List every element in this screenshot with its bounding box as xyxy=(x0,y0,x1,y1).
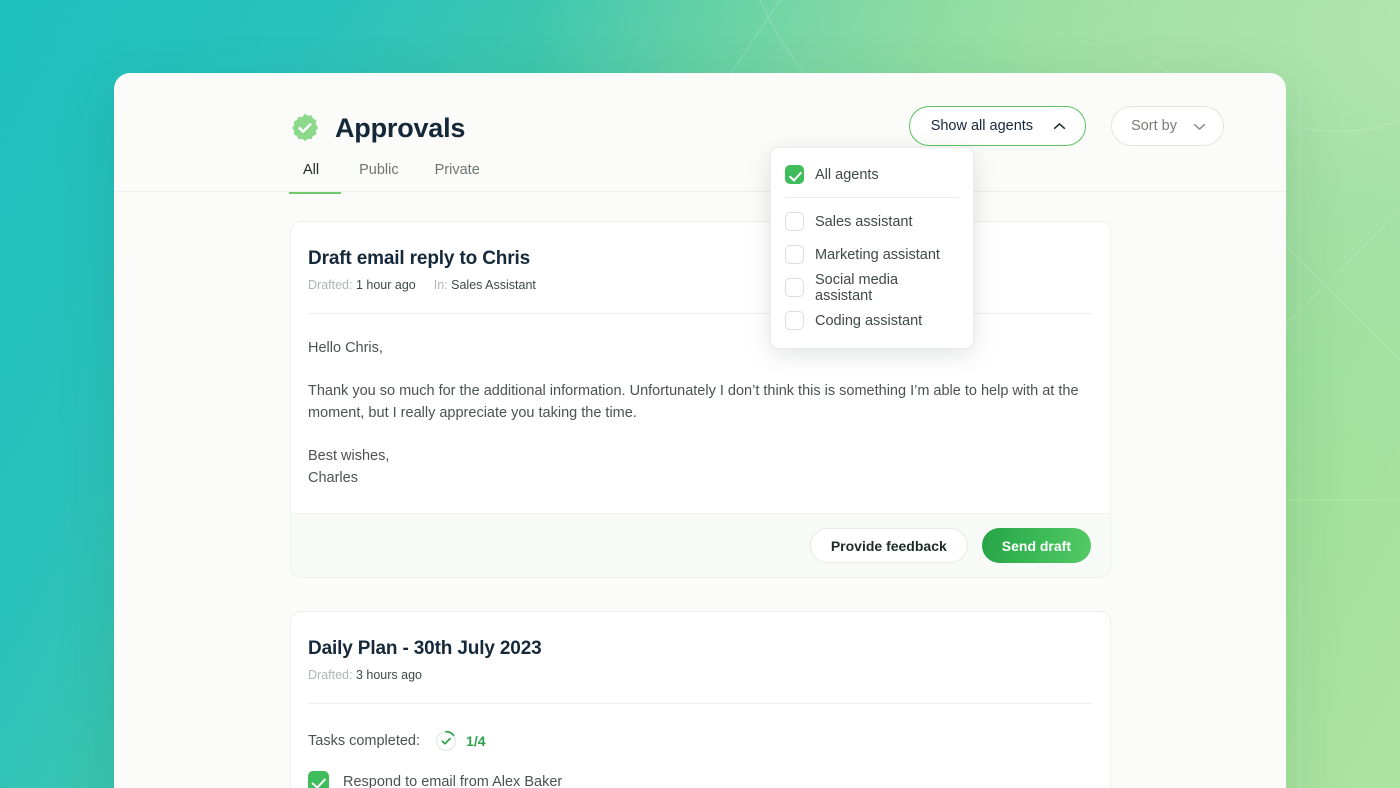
filter-tabs: All Public Private xyxy=(289,161,498,194)
checkbox-icon[interactable] xyxy=(785,245,804,264)
agents-filter-dropdown: All agents Sales assistant Marketing ass… xyxy=(770,147,974,349)
card-meta: Drafted: 3 hours ago xyxy=(308,668,1093,682)
tab-all-label: All xyxy=(303,162,320,178)
meta-drafted: Drafted: 1 hour ago xyxy=(308,278,416,292)
sort-by-label: Sort by xyxy=(1131,118,1177,134)
progress-indicator: 1/4 xyxy=(435,730,486,752)
dropdown-item-label: Coding assistant xyxy=(815,312,923,329)
task-checkbox-checked-icon[interactable] xyxy=(308,771,329,788)
checkbox-icon[interactable] xyxy=(785,311,804,330)
checkbox-icon[interactable] xyxy=(785,212,804,231)
card-title: Daily Plan - 30th July 2023 xyxy=(308,638,542,659)
dropdown-item-coding-assistant[interactable]: Coding assistant xyxy=(771,304,973,337)
tab-private-label: Private xyxy=(434,162,480,178)
sort-by-button[interactable]: Sort by xyxy=(1111,106,1224,146)
dropdown-divider xyxy=(785,197,959,198)
card-divider xyxy=(308,313,1093,314)
card-body: Daily Plan - 30th July 2023 Drafted: 3 h… xyxy=(291,612,1110,788)
approvals-list: Draft email reply to Chris Drafted: 1 ho… xyxy=(290,221,1111,788)
checkbox-icon[interactable] xyxy=(785,278,804,297)
tab-public[interactable]: Public xyxy=(341,161,417,194)
dropdown-item-all-agents[interactable]: All agents xyxy=(771,158,973,191)
task-item[interactable]: Respond to email from Alex Baker xyxy=(308,771,1093,788)
tab-all[interactable]: All xyxy=(289,161,342,194)
dropdown-item-label: All agents xyxy=(815,166,879,183)
tasks-progress-row: Tasks completed: 1/4 xyxy=(308,730,1093,752)
meta-agent-value: Sales Assistant xyxy=(451,278,536,292)
dropdown-item-label: Marketing assistant xyxy=(815,246,940,263)
card-meta: Drafted: 1 hour ago In: Sales Assistant xyxy=(308,278,1093,292)
approval-card-daily-plan: Daily Plan - 30th July 2023 Drafted: 3 h… xyxy=(290,611,1111,788)
send-draft-button[interactable]: Send draft xyxy=(981,528,1091,563)
email-paragraph: Thank you so much for the additional inf… xyxy=(308,383,1079,421)
card-title: Draft email reply to Chris xyxy=(308,248,531,269)
card-actions: Provide feedback Send draft xyxy=(291,513,1110,577)
tab-public-label: Public xyxy=(359,162,399,178)
chevron-down-icon xyxy=(1193,123,1206,130)
approval-card-draft-email: Draft email reply to Chris Drafted: 1 ho… xyxy=(290,221,1111,578)
dropdown-item-social-media-assistant[interactable]: Social media assistant xyxy=(771,271,973,304)
card-body: Draft email reply to Chris Drafted: 1 ho… xyxy=(291,222,1110,513)
meta-drafted: Drafted: 3 hours ago xyxy=(308,668,422,682)
progress-check-ring-icon xyxy=(435,730,457,752)
page-title: Approvals xyxy=(335,113,466,143)
meta-agent-label: In: xyxy=(433,278,448,292)
email-signoff: Best wishes, Charles xyxy=(308,448,390,486)
show-all-agents-button[interactable]: Show all agents xyxy=(908,106,1087,146)
header-controls: Show all agents Sort by xyxy=(908,106,1224,146)
verified-check-badge-icon xyxy=(292,113,318,141)
dropdown-item-sales-assistant[interactable]: Sales assistant xyxy=(771,205,973,238)
card-divider xyxy=(308,703,1093,704)
checkbox-checked-icon[interactable] xyxy=(785,165,804,184)
page-header: Approvals Show all agents Sort by xyxy=(289,105,1224,151)
meta-drafted-label: Drafted: xyxy=(308,668,353,682)
title-group: Approvals xyxy=(289,105,465,151)
meta-agent: In: Sales Assistant xyxy=(434,278,536,292)
email-greeting: Hello Chris, xyxy=(308,340,383,356)
tasks-completed-label: Tasks completed: xyxy=(308,733,421,749)
provide-feedback-button[interactable]: Provide feedback xyxy=(809,528,968,563)
dropdown-item-label: Sales assistant xyxy=(815,213,913,230)
tabs-divider xyxy=(114,191,1286,192)
tab-private[interactable]: Private xyxy=(417,161,498,194)
meta-drafted-label: Drafted: xyxy=(308,278,353,292)
task-label: Respond to email from Alex Baker xyxy=(343,773,563,788)
app-window: Approvals Show all agents Sort by All Pu… xyxy=(114,73,1286,788)
draft-email-body: Hello Chris, Thank you so much for the a… xyxy=(308,337,1093,489)
dropdown-item-label: Social media assistant xyxy=(815,271,899,304)
meta-drafted-value: 1 hour ago xyxy=(355,278,416,292)
meta-drafted-value: 3 hours ago xyxy=(355,668,422,682)
chevron-up-icon xyxy=(1053,122,1066,129)
dropdown-item-marketing-assistant[interactable]: Marketing assistant xyxy=(771,238,973,271)
show-all-agents-label: Show all agents xyxy=(930,118,1034,134)
progress-count: 1/4 xyxy=(466,733,486,749)
